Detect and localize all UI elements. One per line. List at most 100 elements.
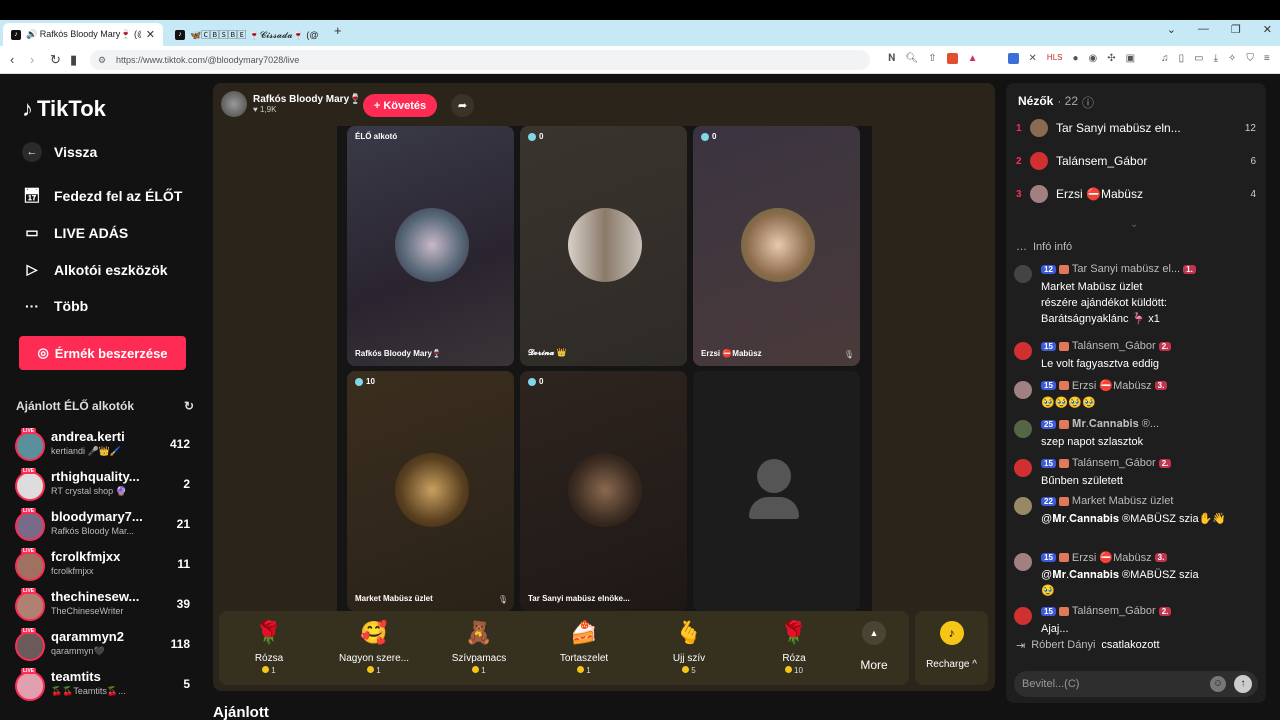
chat-avatar[interactable]	[1014, 497, 1032, 515]
top-viewer-row[interactable]: 2 Talánsem_Gábor 6	[1016, 149, 1256, 173]
sidebar-icon[interactable]: ▯	[1179, 53, 1185, 64]
tab-close-icon[interactable]: ✕	[146, 28, 155, 41]
chat-username[interactable]: Talánsem_Gábor	[1072, 340, 1156, 352]
creator-avatar[interactable]	[15, 511, 45, 541]
creator-avatar[interactable]	[15, 631, 45, 661]
reload-icon[interactable]: ↻	[50, 52, 61, 68]
suggested-creator[interactable]: LIVE thechinesew... TheChineseWriter 39	[15, 588, 195, 629]
suggested-creator[interactable]: LIVE qarammyn2 qarammyn🖤 118	[15, 628, 195, 669]
share-icon[interactable]: ➦	[451, 94, 474, 117]
chat-avatar[interactable]	[1014, 553, 1032, 571]
restore-icon[interactable]: ❐	[1231, 23, 1241, 36]
gift-item[interactable]: 🌹 Rózsa 1	[219, 619, 319, 675]
info-icon[interactable]: ⓘ	[1082, 94, 1094, 111]
creator-avatar[interactable]	[15, 671, 45, 701]
reader-icon[interactable]: 𝐍	[888, 53, 896, 64]
creator-avatar[interactable]	[15, 431, 45, 461]
chat-avatar[interactable]	[1014, 265, 1032, 283]
browser-tab-active[interactable]: ♪ 🔊 Rafkós Bloody Mary🍷 (@blo ✕	[3, 23, 163, 46]
more-gifts-button[interactable]: ▲ More	[849, 621, 899, 672]
wallet-icon[interactable]: ▭	[1194, 53, 1203, 64]
get-coins-button[interactable]: ◎ Érmék beszerzése	[19, 336, 186, 370]
guest-cell[interactable]: 0 Erzsi ⛔Mabüsz 🎙︎	[693, 126, 860, 366]
forward-icon[interactable]: ›	[30, 52, 34, 67]
chat-username[interactable]: Erzsi ⛔Mabüsz	[1072, 551, 1152, 564]
subscriber-badge-icon	[1058, 458, 1069, 468]
chat-avatar[interactable]	[1014, 342, 1032, 360]
chat-avatar[interactable]	[1014, 459, 1032, 477]
host-info[interactable]: Rafkós Bloody Mary🍷 ♥ 1,9K	[221, 91, 362, 117]
nav-explore-live[interactable]: 📅︎ Fedezd fel az ÉLŐT	[22, 187, 182, 204]
nav-more[interactable]: ··· Több	[22, 298, 88, 314]
nav-live-studio[interactable]: ▭ LIVE ADÁS	[22, 224, 128, 241]
back-button[interactable]: ← Vissza	[22, 142, 97, 162]
rewards-icon[interactable]: ▲	[968, 53, 978, 64]
guest-cell[interactable]: 10 Market Mabüsz üzlet 🎙︎	[347, 371, 514, 611]
host-name[interactable]: Rafkós Bloody Mary🍷	[253, 94, 362, 105]
nav-creator-tools[interactable]: ▷ Alkotói eszközök	[22, 261, 168, 278]
refresh-icon[interactable]: ↻	[184, 399, 194, 413]
emoji-icon[interactable]: ☺	[1210, 676, 1226, 692]
bookmark-icon[interactable]: ▮	[70, 52, 77, 68]
chat-username[interactable]: 𝐌𝐫.𝐂𝐚𝐧𝐧𝐚𝐛𝐢𝐬 ®...	[1072, 418, 1159, 431]
extension-icon[interactable]: ●	[1072, 53, 1078, 64]
guest-cell[interactable]: 0 𝓓𝓸𝓻𝓲𝓷𝓪 👑	[520, 126, 687, 366]
vpn-icon[interactable]: ⛉	[1246, 53, 1254, 64]
share-icon[interactable]: ⇧	[928, 53, 936, 64]
minimize-icon[interactable]: —	[1198, 23, 1209, 36]
recharge-button[interactable]: ♪ Recharge ^	[915, 611, 988, 685]
gift-item[interactable]: 🫰 Ujj szív 5	[639, 619, 739, 675]
guest-cell[interactable]: 0 Tar Sanyi mabüsz elnöke...	[520, 371, 687, 611]
empty-guest-slot[interactable]	[693, 371, 860, 611]
host-avatar[interactable]	[221, 91, 247, 117]
chat-username[interactable]: Erzsi ⛔Mabüsz	[1072, 379, 1152, 392]
suggested-creator[interactable]: LIVE fcrolkfmjxx fcrolkfmjxx 11	[15, 548, 195, 589]
extension-icon[interactable]: ◉	[1089, 53, 1098, 64]
chat-username[interactable]: Tar Sanyi mabüsz el...	[1072, 263, 1180, 275]
download-icon[interactable]: ⤓	[1214, 53, 1218, 64]
expand-chevron-icon[interactable]: ⌄	[1130, 219, 1138, 230]
menu-icon[interactable]: ≡	[1264, 53, 1270, 64]
music-icon[interactable]: ♫	[1161, 53, 1169, 64]
guest-cell-host[interactable]: ÉLŐ alkotó Rafkós Bloody Mary🍷	[347, 126, 514, 366]
send-icon[interactable]: ↑	[1234, 675, 1252, 693]
follow-button[interactable]: + Követés	[363, 94, 437, 117]
chat-avatar[interactable]	[1014, 420, 1032, 438]
chat-avatar[interactable]	[1014, 381, 1032, 399]
suggested-creator[interactable]: LIVE rthighquality... RT crystal shop 🔮 2	[15, 468, 195, 509]
tiktok-logo[interactable]: ♪ TikTok	[22, 96, 106, 122]
tab-search-icon[interactable]: ⌄	[1167, 23, 1176, 36]
suggested-creator[interactable]: LIVE teamtits 🍒🍒Teamtits🍒... 5	[15, 668, 195, 709]
ai-icon[interactable]: ✧	[1228, 53, 1236, 64]
puzzle-icon[interactable]: ✣	[1107, 53, 1115, 64]
top-viewer-row[interactable]: 1 Tar Sanyi mabüsz eln... 12	[1016, 116, 1256, 140]
gift-item[interactable]: 🧸 Szívpamacs 1	[429, 619, 529, 675]
zoom-icon[interactable]: 🔍︎	[906, 53, 919, 64]
gift-item[interactable]: 🍰 Tortaszelet 1	[534, 619, 634, 675]
site-info-icon[interactable]: ⚙	[98, 55, 106, 66]
translate-icon[interactable]	[1007, 53, 1019, 64]
creator-avatar[interactable]	[15, 471, 45, 501]
gift-item[interactable]: 🥰 Nagyon szere... 1	[324, 619, 424, 675]
chat-input[interactable]: Bevitel...(C) ☺ ↑	[1014, 671, 1258, 697]
screenshot-icon[interactable]: ▣	[1126, 53, 1135, 64]
brave-shield-icon[interactable]	[946, 53, 958, 64]
browser-tab[interactable]: ♪ 🦋🄲🄱🅂🄱🄴 🍷𝓒𝓲𝓼𝓼𝓪𝓭𝓪🍷 (@csby0	[167, 23, 327, 46]
joined-user[interactable]: Róbert Dányi	[1031, 639, 1095, 652]
chat-username[interactable]: Talánsem_Gábor	[1072, 457, 1156, 469]
new-tab-button[interactable]: +	[334, 23, 342, 38]
chat-username[interactable]: Market Mabüsz üzlet	[1072, 495, 1173, 507]
close-window-icon[interactable]: ✕	[1263, 23, 1272, 36]
back-icon[interactable]: ‹	[10, 52, 14, 67]
creator-avatar[interactable]	[15, 591, 45, 621]
extension-icon[interactable]: ✕	[1029, 53, 1037, 64]
suggested-creator[interactable]: LIVE bloodymary7... Rafkós Bloody Mar... 21	[15, 508, 195, 549]
url-field[interactable]: ⚙ https://www.tiktok.com/@bloodymary7028…	[90, 50, 870, 70]
creator-avatar[interactable]	[15, 551, 45, 581]
chat-avatar[interactable]	[1014, 607, 1032, 625]
gift-item[interactable]: 🌹 Róza 10	[744, 619, 844, 675]
suggested-creator[interactable]: LIVE andrea.kerti kertiandi 🎤👑🖌️ 412	[15, 428, 195, 469]
chat-username[interactable]: Talánsem_Gábor	[1072, 605, 1156, 617]
top-viewer-row[interactable]: 3 Erzsi ⛔Mabüsz 4	[1016, 182, 1256, 206]
hls-icon[interactable]: HLS	[1047, 53, 1063, 64]
